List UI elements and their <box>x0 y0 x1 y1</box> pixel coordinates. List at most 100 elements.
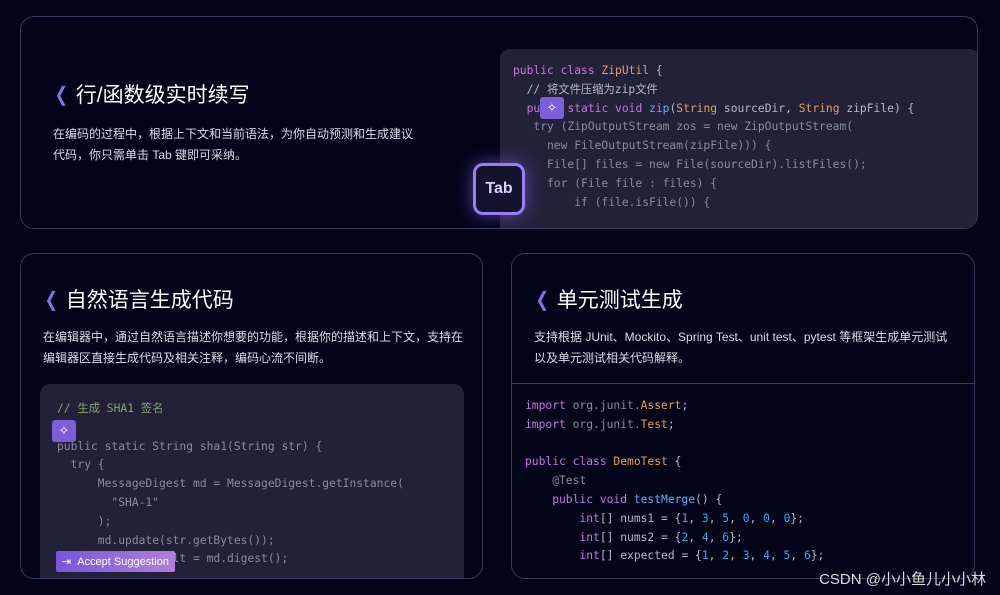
accept-suggestion-label: Accept Suggestion <box>77 555 169 568</box>
divider <box>512 383 974 384</box>
card-title-text: 自然语言生成代码 <box>65 289 234 312</box>
feature-card-nl-to-code: ❮ 自然语言生成代码 在编辑器中，通过自然语言描述你想要的功能，根据你的描述和上下… <box>20 253 483 579</box>
card-description: 支持根据 JUnit、Mockito、Spring Test、unit test… <box>534 330 948 365</box>
code-block: import org.junit.Assert; import org.junit… <box>525 397 824 566</box>
code-token: if (file.isFile()) { <box>513 195 711 209</box>
code-token: ; <box>667 417 675 431</box>
code-line: import org.junit.Test; <box>525 416 824 435</box>
code-token: String <box>676 101 718 115</box>
assistant-logo-icon: ✧ <box>52 420 76 442</box>
code-token: 3 <box>701 511 709 525</box>
code-token: File[] files = new File(sourceDir).listF… <box>513 157 867 171</box>
chevron-left-icon: ❮ <box>44 288 59 311</box>
code-token: md.update(str.getBytes()); <box>57 533 275 547</box>
code-token: () { <box>695 492 723 506</box>
code-line: ); <box>57 513 404 532</box>
code-token: , <box>729 549 743 563</box>
code-token: 1 <box>701 549 709 563</box>
code-token: int <box>525 511 600 525</box>
tab-arrow-icon: ⇥ <box>62 556 72 568</box>
code-token: , <box>708 549 723 563</box>
code-line: for (File file : files) { <box>513 175 914 194</box>
code-token: , <box>790 549 804 563</box>
code-line: int[] expected = {1, 2, 3, 4, 5, 6}; <box>525 547 824 566</box>
code-token: , <box>769 511 784 525</box>
code-token: @Test <box>525 474 587 488</box>
code-token: try { <box>57 458 105 472</box>
code-line: "SHA-1" <box>57 494 404 513</box>
code-line: File[] files = new File(sourceDir).listF… <box>513 156 914 175</box>
code-token: 3 <box>742 549 750 563</box>
code-line: MessageDigest md = MessageDigest.getInst… <box>57 475 404 494</box>
code-token: [] nums1 = { <box>599 511 682 525</box>
code-panel: public class ZipUtil { // 将文件压缩为zip文件 pu… <box>500 49 977 228</box>
code-token: DemoTest <box>613 455 668 469</box>
code-token: }; <box>729 530 743 544</box>
code-token: , <box>688 511 702 525</box>
code-token: , <box>708 530 723 544</box>
code-token: try (ZipOutputStream zos = new ZipOutput… <box>513 120 854 134</box>
assistant-logo-icon: ✧ <box>540 97 564 119</box>
card-title: ❮ 行/函数级实时续写 <box>53 79 250 109</box>
code-token: import <box>525 399 573 412</box>
code-token: { <box>649 64 663 77</box>
code-token: ZipUtil <box>601 64 650 77</box>
code-token: zipFile) { <box>839 101 915 115</box>
code-token: 4 <box>701 530 709 544</box>
watermark: CSDN @小小鱼儿小小林 <box>819 571 986 588</box>
chevron-left-icon: ❮ <box>535 288 550 311</box>
code-token: , <box>688 530 702 544</box>
code-token: }; <box>810 549 825 563</box>
code-line: public static String sha1(String str) { <box>57 438 404 457</box>
code-token: 4 <box>763 549 770 563</box>
code-token: , <box>769 549 784 563</box>
card-title: ❮ 自然语言生成代码 <box>43 284 234 314</box>
code-token: [] nums2 = { <box>599 530 682 544</box>
code-token: 0 <box>763 511 770 525</box>
code-panel: // 生成 SHA1 签名 public static String sha1(S… <box>40 384 464 578</box>
accept-suggestion-button[interactable]: ⇥ Accept Suggestion <box>56 551 175 572</box>
feature-card-unit-test: ❮ 单元测试生成 支持根据 JUnit、Mockito、Spring Test、u… <box>511 253 975 579</box>
code-token: // 将文件压缩为zip文件 <box>513 82 658 96</box>
code-token: pu <box>513 101 541 115</box>
code-token: , <box>749 549 764 563</box>
card-title: ❮ 单元测试生成 <box>534 284 683 314</box>
code-line: try { <box>57 456 404 475</box>
code-line: import org.junit.Assert; <box>525 397 824 416</box>
code-line: try (ZipOutputStream zos = new ZipOutput… <box>513 118 914 137</box>
code-token: new FileOutputStream(zipFile))) { <box>513 139 772 153</box>
code-token: , <box>729 511 743 525</box>
code-line: new FileOutputStream(zipFile))) { <box>513 137 914 156</box>
code-line: if (file.isFile()) { <box>513 194 914 213</box>
code-token: public class <box>525 455 614 469</box>
card-description: 在编辑器中，通过自然语言描述你想要的功能，根据你的描述和上下文，支持在编辑器区直… <box>43 330 464 365</box>
code-token: "SHA-1" <box>57 495 160 509</box>
code-line: int[] nums1 = {1, 3, 5, 0, 0, 0}; <box>525 510 824 529</box>
code-token: MessageDigest md = MessageDigest.getInst… <box>57 477 404 491</box>
card-description: 在编码的过程中，根据上下文和当前语法，为你自动预测和生成建议代码，你只需单击 T… <box>53 127 414 162</box>
code-token: [] expected = { <box>599 549 702 563</box>
code-line: md.update(str.getBytes()); <box>57 532 404 551</box>
code-token: Test <box>640 417 668 431</box>
code-token: }; <box>790 511 804 525</box>
code-token: testMerge <box>633 492 696 506</box>
code-block: // 生成 SHA1 签名 public static String sha1(S… <box>57 400 404 569</box>
code-token: public static String sha1(String str) { <box>57 439 323 453</box>
code-token: ; <box>681 399 689 412</box>
code-line: public void testMerge() { <box>525 491 824 510</box>
code-line: // 生成 SHA1 签名 <box>57 400 404 419</box>
code-token: public class <box>513 64 602 77</box>
code-line: public class DemoTest { <box>525 453 824 472</box>
code-token: ); <box>57 514 112 528</box>
code-token: String <box>798 101 840 115</box>
code-token: org.junit. <box>572 417 641 431</box>
code-line: int[] nums2 = {2, 4, 6}; <box>525 529 824 548</box>
code-token: import <box>525 417 573 431</box>
code-line: public class ZipUtil { <box>513 62 914 81</box>
card-title-text: 行/函数级实时续写 <box>75 84 250 107</box>
code-line: pu static void zip(String sourceDir, Str… <box>513 100 915 119</box>
code-line: @Test <box>525 472 824 491</box>
code-token: public void <box>525 492 634 506</box>
code-token: int <box>525 530 600 544</box>
code-token: 0 <box>742 511 750 525</box>
